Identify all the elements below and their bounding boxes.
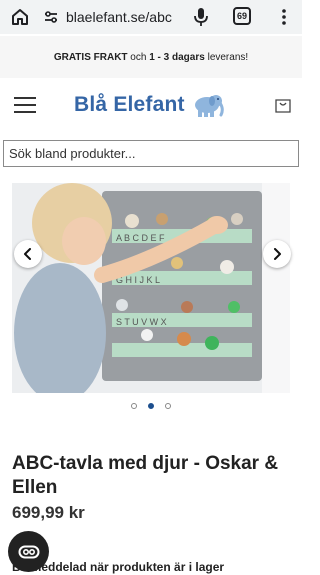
stock-notify-text: Bli meddelad när produkten är i lager [12,560,225,574]
carousel-dot[interactable] [131,403,137,409]
product-title: ABC-tavla med djur - Oskar & Ellen [12,453,279,498]
announcement-tail: leverans! [204,51,249,63]
search-input[interactable] [3,140,299,167]
carousel-next-button[interactable] [263,240,291,268]
delivery-days-text: 1 - 3 dagars [149,51,205,63]
site-header: Blå Elefant [0,78,302,136]
elephant-logo-icon [194,95,224,117]
mic-icon[interactable] [192,6,210,28]
browser-toolbar: blaelefant.se/abc 69 [0,0,302,34]
cart-icon[interactable] [274,96,292,114]
svg-text:A B C D E F: A B C D E F [116,233,165,243]
announcement-and: och [127,51,150,63]
url-text: blaelefant.se/abc [66,9,172,25]
carousel-dots [131,402,171,410]
tab-count: 69 [236,11,247,21]
address-bar[interactable]: blaelefant.se/abc [40,4,180,30]
chat-icon [18,545,39,558]
carousel-dot-active[interactable] [148,403,154,409]
chevron-right-icon [274,248,281,260]
product-image: A B C D E F G H I J K L S T U V W X [12,183,290,393]
more-menu-icon[interactable] [278,7,290,27]
free-shipping-text: GRATIS FRAKT [53,51,128,63]
hamburger-menu-icon[interactable] [14,97,36,115]
product-price: 699,99 kr [12,503,85,522]
logo-text: Blå Elefant [74,93,185,116]
product-image-carousel[interactable]: A B C D E F G H I J K L S T U V W X [12,183,290,393]
svg-text:S T U V W X: S T U V W X [116,317,167,327]
carousel-dot[interactable] [165,403,171,409]
tabs-icon[interactable]: 69 [233,7,251,25]
announcement-bar: GRATIS FRAKT och 1 - 3 dagars leverans! [0,36,302,78]
carousel-prev-button[interactable] [14,240,42,268]
site-settings-icon[interactable] [42,8,60,26]
home-icon[interactable] [10,7,30,27]
chat-button[interactable] [8,531,49,572]
chevron-left-icon [24,248,31,260]
site-logo[interactable]: Blå Elefant [74,88,234,122]
